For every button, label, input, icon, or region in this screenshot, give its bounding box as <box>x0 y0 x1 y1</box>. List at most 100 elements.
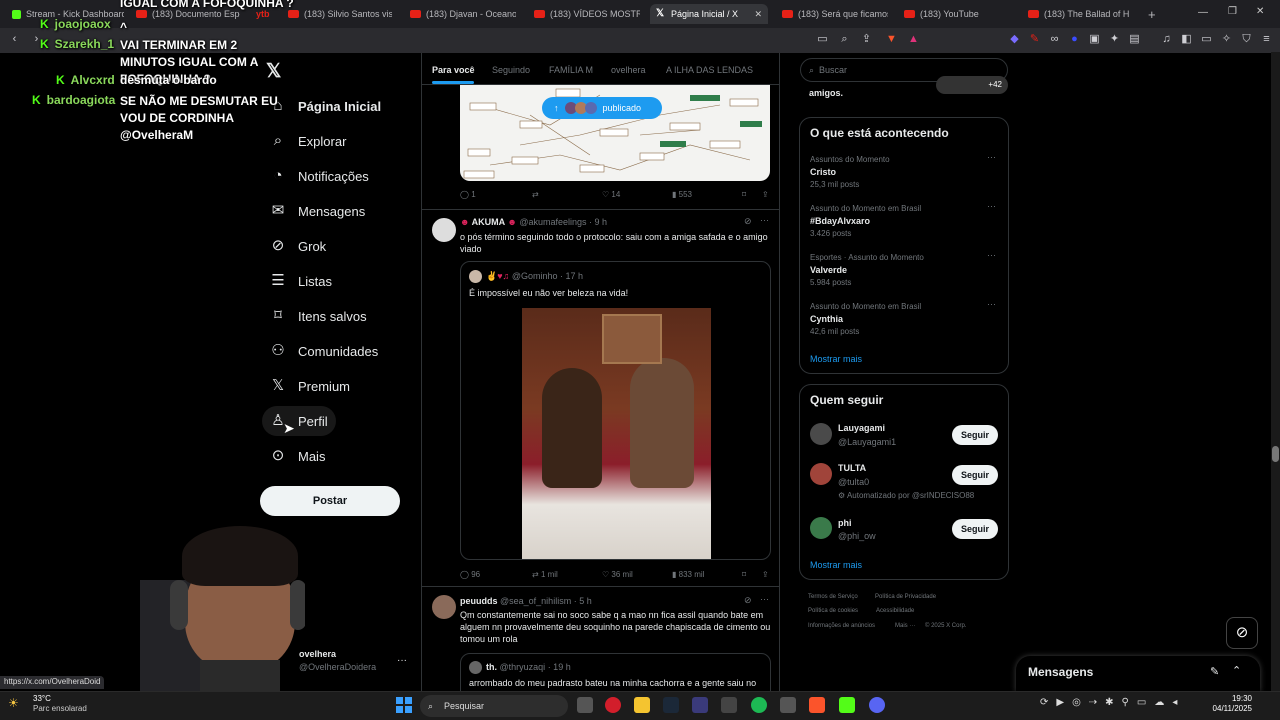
footer-link[interactable]: Política de cookies <box>808 608 858 614</box>
tab-list[interactable]: FAMÍLIA M <box>549 65 593 75</box>
start-icon[interactable] <box>396 697 412 713</box>
app-icon[interactable] <box>692 697 708 713</box>
repost-icon[interactable]: ⇄ <box>532 190 539 199</box>
follow-name[interactable]: TULTA <box>838 463 866 473</box>
app-icon[interactable] <box>780 697 796 713</box>
more-icon[interactable]: ··· <box>760 215 769 225</box>
scrollbar-thumb[interactable] <box>1272 446 1279 462</box>
back-icon[interactable]: ‹ <box>8 33 21 46</box>
clock-time[interactable]: 19:30 <box>1212 694 1252 703</box>
opera-icon[interactable] <box>605 697 621 713</box>
extension-icon[interactable]: ▤ <box>1128 33 1141 46</box>
follow-name[interactable]: phi <box>838 518 852 528</box>
discord-icon[interactable] <box>869 697 885 713</box>
footer-link[interactable]: Política de Privacidade <box>875 594 936 600</box>
show-more-follows-link[interactable]: Mostrar mais <box>810 560 862 570</box>
expand-icon[interactable]: ⌃ <box>1232 664 1241 677</box>
tab-list[interactable]: ovelhera <box>611 65 646 75</box>
minimize-icon[interactable]: — <box>1198 7 1208 18</box>
post-photo[interactable] <box>522 308 711 559</box>
footer-link[interactable]: Termos de Serviço <box>808 594 858 600</box>
grok-floating-icon[interactable]: ⊘ <box>1226 617 1258 649</box>
follow-button[interactable]: Seguir <box>952 519 998 539</box>
more-icon[interactable]: ··· <box>987 299 996 309</box>
new-message-icon[interactable]: ✎ <box>1210 665 1219 678</box>
spotify-icon[interactable] <box>751 697 767 713</box>
music-icon[interactable]: ♫ <box>1160 33 1173 46</box>
grok-icon[interactable]: ⊘ <box>744 595 752 606</box>
browser-tab-active[interactable]: 𝕏 Página Inicial / X ✕ <box>650 4 768 24</box>
browser-tab[interactable]: (183) Será que ficamos in <box>776 4 888 24</box>
more-icon[interactable]: ··· <box>987 201 996 211</box>
more-icon[interactable]: ··· <box>987 250 996 260</box>
browser-tab[interactable]: (183) YouTube <box>898 4 1008 24</box>
reply-button[interactable]: ◯ 1 <box>460 190 476 199</box>
weather-desc[interactable]: Parc ensolarad <box>33 704 87 713</box>
trend-name[interactable]: Valverde <box>810 265 847 275</box>
avatar[interactable] <box>810 517 832 539</box>
close-tab-icon[interactable]: ✕ <box>754 9 762 20</box>
tab-for-you[interactable]: Para você <box>432 65 475 75</box>
post[interactable]: ☻ AKUMA ☻ @akumafeelings · 9 h ⊘ ··· o p… <box>422 210 779 587</box>
browser-tab[interactable]: (183) VÍDEOS MOSTRAM <box>528 4 640 24</box>
extension-icon[interactable]: ◆ <box>1008 33 1021 46</box>
system-tray-icons[interactable]: ⟳▶◎⇢✱⚲▭☁◂ <box>1040 697 1200 713</box>
footer-link[interactable]: Informações de anúncios <box>808 623 875 629</box>
footer-link[interactable]: Mais ··· <box>895 623 915 629</box>
close-window-icon[interactable]: ✕ <box>1256 6 1264 17</box>
scrollbar[interactable] <box>1271 52 1280 692</box>
messages-drawer[interactable]: Mensagens ✎ ⌃ <box>1016 656 1260 692</box>
vpn-icon[interactable]: ⛉ <box>1240 33 1253 46</box>
repost-button[interactable]: ⇄ 1 mil <box>532 570 558 579</box>
show-more-trends-link[interactable]: Mostrar mais <box>810 354 862 364</box>
new-posts-pill[interactable]: ↑ publicado <box>542 97 662 119</box>
post-button[interactable]: Postar <box>260 486 400 516</box>
follow-name[interactable]: Lauyagami <box>838 423 885 433</box>
taskbar-search[interactable]: ⌕ Pesquisar <box>420 695 568 717</box>
more-icon[interactable]: ··· <box>760 594 769 604</box>
wallet-icon[interactable]: ▭ <box>1200 33 1213 46</box>
post[interactable]: peuudds @sea_of_nihilism · 5 h ⊘ ··· Qm … <box>422 587 779 691</box>
share-icon[interactable]: ⇪ <box>860 33 873 46</box>
tab-following[interactable]: Seguindo <box>492 65 530 75</box>
more-icon[interactable]: ··· <box>987 152 996 162</box>
nav-communities[interactable]: ⚇ Comunidades <box>262 336 386 366</box>
footer-link[interactable]: Acessibilidade <box>876 608 914 614</box>
like-button[interactable]: ♡ 14 <box>602 190 620 199</box>
extension-icon[interactable]: ∞ <box>1048 33 1061 46</box>
extension-icon[interactable]: ● <box>1068 33 1081 46</box>
browser-tab[interactable]: (183) Silvio Santos visita <box>282 4 392 24</box>
app-icon[interactable] <box>721 697 737 713</box>
nav-notifications[interactable]: ◔ Notificações <box>262 161 377 191</box>
browser-tab[interactable]: (183) Djavan - Oceano (A <box>404 4 516 24</box>
nav-premium[interactable]: 𝕏 Premium <box>262 371 358 401</box>
follow-button[interactable]: Seguir <box>952 465 998 485</box>
avatar[interactable] <box>810 463 832 485</box>
kick-icon[interactable] <box>839 697 855 713</box>
bookmark-icon[interactable]: ⌑ <box>742 570 746 579</box>
brave-rewards-icon[interactable]: ▲ <box>907 33 920 46</box>
maximize-icon[interactable]: ❐ <box>1228 6 1237 17</box>
trend-name[interactable]: #BdayAlvxaro <box>810 216 870 226</box>
file-explorer-icon[interactable] <box>634 697 650 713</box>
extension-icon[interactable]: ▣ <box>1088 33 1101 46</box>
nav-lists[interactable]: ☰ Listas <box>262 266 340 296</box>
sidebar-icon[interactable]: ◧ <box>1180 33 1193 46</box>
leo-icon[interactable]: ✧ <box>1220 33 1233 46</box>
menu-icon[interactable]: ≡ <box>1260 33 1273 46</box>
nav-messages[interactable]: ✉ Mensagens <box>262 196 373 226</box>
bookmark-icon[interactable]: ⌑ <box>742 190 746 199</box>
new-tab-button[interactable]: + <box>1142 4 1160 24</box>
puzzle-icon[interactable]: ✦ <box>1108 33 1121 46</box>
clock-date[interactable]: 04/11/2025 <box>1202 704 1252 713</box>
nav-more[interactable]: ⊙ Mais <box>262 441 333 471</box>
avatar-stack[interactable]: +42 <box>936 76 1008 94</box>
like-button[interactable]: ♡ 36 mil <box>602 570 633 579</box>
reply-button[interactable]: ◯ 96 <box>460 570 480 579</box>
trend-name[interactable]: Cynthia <box>810 314 843 324</box>
weather-temp[interactable]: 33°C <box>33 694 51 703</box>
quoted-post[interactable]: ✌♥♫ @Gominho · 17 h É impossível eu não … <box>460 261 771 560</box>
steam-icon[interactable] <box>663 697 679 713</box>
nav-profile[interactable]: ♙ Perfil <box>262 406 336 436</box>
quoted-post[interactable]: th. @thryuzaqi · 19 h arrombado do meu p… <box>460 653 771 691</box>
